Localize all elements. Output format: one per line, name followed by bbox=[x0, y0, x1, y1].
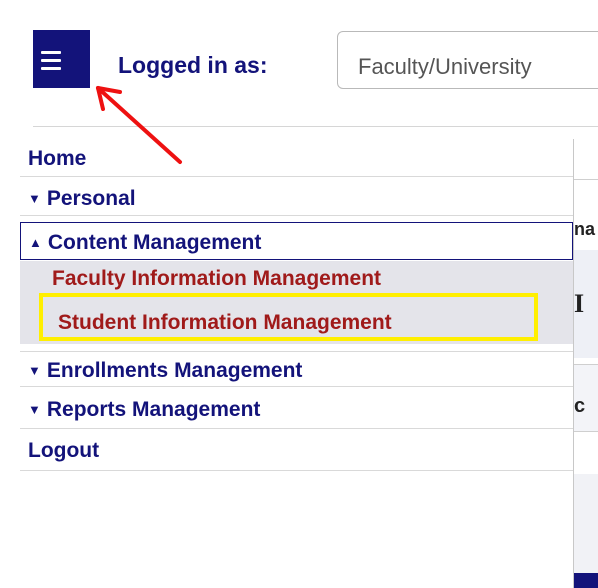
submenu-item-label: Student Information Management bbox=[58, 311, 392, 334]
caret-down-icon: ▼ bbox=[28, 363, 41, 378]
main-content-edge: na I c bbox=[574, 139, 598, 588]
hamburger-menu-button[interactable] bbox=[33, 30, 90, 88]
sidebar-item-label: Personal bbox=[46, 187, 136, 210]
sidebar-item-label: Enrollments Management bbox=[46, 359, 303, 382]
sidebar-nav: Home ▼ Personal ▲ Content Management Facul… bbox=[20, 139, 574, 588]
caret-down-icon: ▼ bbox=[28, 402, 41, 417]
sidebar-item-label: Home bbox=[28, 147, 87, 170]
sidebar-item-personal[interactable]: ▼ Personal bbox=[20, 177, 573, 216]
sidebar-item-label: Content Management bbox=[47, 231, 262, 254]
caret-down-icon: ▼ bbox=[28, 191, 41, 206]
role-select[interactable]: Faculty/University bbox=[337, 31, 598, 89]
content-fragment: I bbox=[574, 289, 585, 318]
content-fragment: c bbox=[574, 395, 586, 417]
sidebar-item-enrollments-management[interactable]: ▼ Enrollments Management bbox=[20, 351, 573, 387]
submenu-item-label: Faculty Information Management bbox=[52, 267, 382, 290]
content-fragment: na bbox=[574, 219, 596, 239]
sidebar-item-content-management[interactable]: ▲ Content Management bbox=[20, 222, 573, 260]
sidebar-item-logout[interactable]: Logout bbox=[20, 429, 573, 471]
sidebar-item-label: Logout bbox=[28, 439, 100, 462]
header-divider bbox=[33, 126, 598, 127]
sidebar-item-reports-management[interactable]: ▼ Reports Management bbox=[20, 389, 573, 429]
logged-in-label: Logged in as: bbox=[118, 52, 268, 78]
submenu-item-faculty-information[interactable]: Faculty Information Management bbox=[20, 261, 573, 297]
submenu-item-student-information[interactable]: Student Information Management bbox=[20, 297, 573, 344]
caret-up-icon: ▲ bbox=[29, 235, 42, 250]
hamburger-menu-icon bbox=[33, 30, 69, 88]
sidebar-item-label: Reports Management bbox=[46, 398, 261, 421]
role-select-value: Faculty/University bbox=[358, 54, 532, 79]
sidebar-item-home[interactable]: Home bbox=[20, 139, 573, 177]
